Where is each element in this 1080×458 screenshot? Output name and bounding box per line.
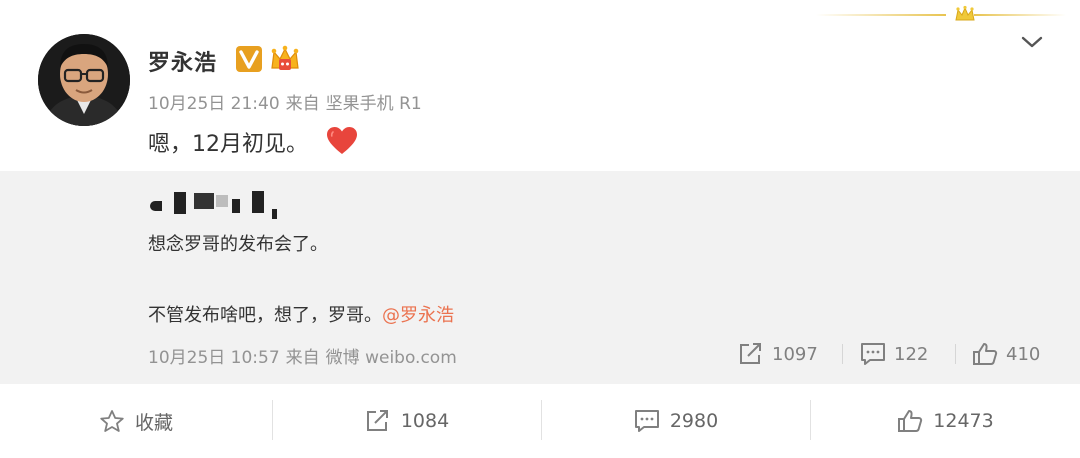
thumbs-up-icon	[973, 343, 998, 365]
repost-repost-count-value: 1097	[772, 343, 818, 365]
repost-count: 1084	[400, 410, 450, 432]
comment-icon	[861, 343, 885, 365]
member-crown-icon[interactable]	[268, 44, 302, 74]
repost-text-line1: 想念罗哥的发布会了。	[148, 234, 328, 255]
favorite-button[interactable]: 收藏	[0, 384, 272, 458]
crown-decoration	[816, 5, 1066, 22]
blur-block	[252, 191, 264, 213]
red-heart-icon	[327, 127, 357, 154]
repost-source-prefix: 来自	[285, 348, 320, 368]
username[interactable]: 罗永浩	[148, 45, 217, 77]
like-count: 12473	[933, 410, 994, 432]
post-source[interactable]: 坚果手机 R1	[326, 94, 422, 114]
repost-like-count-value: 410	[1006, 343, 1041, 365]
blur-block	[216, 195, 228, 207]
blur-block	[272, 209, 277, 219]
comment-button[interactable]: 2980	[542, 384, 810, 458]
blur-block	[150, 201, 162, 211]
repost-comment-count[interactable]: 122	[860, 341, 928, 367]
post-source-prefix: 来自	[285, 94, 320, 114]
avatar[interactable]	[38, 34, 130, 126]
like-button[interactable]: 12473	[811, 384, 1080, 458]
repost-repost-count[interactable]: 1097	[738, 341, 818, 367]
star-icon	[100, 410, 124, 432]
mention-link[interactable]: @罗永浩	[382, 305, 454, 326]
repost-meta: 10月25日 10:57 来自 微博 weibo.com	[148, 343, 463, 368]
blur-block	[174, 192, 186, 214]
repost-source[interactable]: 微博 weibo.com	[326, 348, 457, 368]
favorite-label: 收藏	[134, 411, 173, 434]
blur-block	[232, 199, 240, 213]
repost-text: 不管发布啥吧，想了，罗哥。	[148, 305, 382, 326]
crown-icon	[955, 5, 975, 21]
decor-line-left	[816, 14, 946, 16]
reposted-weibo[interactable]: 想念罗哥的发布会了。 不管发布啥吧，想了，罗哥。@罗永浩 10月25日 10:5…	[0, 171, 1080, 384]
repost-like-count[interactable]: 410	[972, 341, 1040, 367]
thumbs-up-icon	[898, 410, 923, 432]
blur-block	[194, 193, 214, 209]
decor-line-right	[974, 14, 1066, 16]
post-meta: 10月25日 21:40 来自 坚果手机 R1	[148, 89, 428, 114]
chevron-down-icon[interactable]	[1020, 32, 1044, 52]
verified-badge-icon	[236, 46, 262, 72]
post-time[interactable]: 10月25日 21:40	[148, 94, 280, 114]
post-text: 嗯，12月初见。	[148, 132, 308, 157]
action-bar: 收藏 1084 2980 12473	[0, 384, 1080, 458]
divider	[955, 344, 956, 364]
original-author-blurred[interactable]	[148, 187, 288, 219]
divider	[842, 344, 843, 364]
repost-comment-count-value: 122	[894, 343, 929, 365]
share-arrow-icon	[366, 410, 388, 431]
avatar-portrait	[38, 34, 130, 126]
comment-icon	[634, 410, 659, 432]
repost-button[interactable]: 1084	[273, 384, 541, 458]
weibo-post-card: 罗永浩 10月25日 21:40 来自 坚果手机 R1 嗯，12月初见。 想念罗…	[0, 0, 1080, 458]
comment-count: 2980	[669, 410, 719, 432]
repost-text-line2: 不管发布啥吧，想了，罗哥。@罗永浩	[148, 301, 454, 327]
share-arrow-icon	[740, 343, 761, 364]
repost-time[interactable]: 10月25日 10:57	[148, 348, 280, 368]
